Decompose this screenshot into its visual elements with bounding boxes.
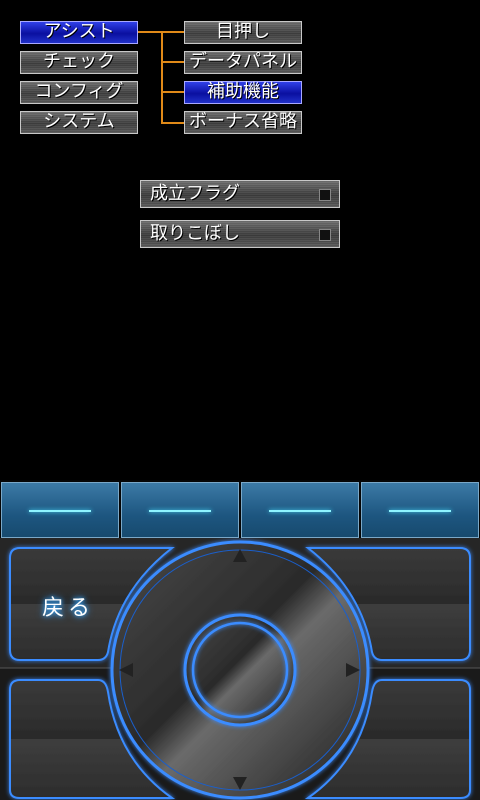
dpad-panel bbox=[0, 538, 480, 800]
dash-icon bbox=[29, 510, 91, 512]
checkbox-icon[interactable] bbox=[319, 189, 331, 201]
menu-item-assist[interactable]: アシスト bbox=[20, 21, 138, 44]
checkbox-icon[interactable] bbox=[319, 229, 331, 241]
option-miss[interactable]: 取りこぼし bbox=[140, 220, 340, 248]
option-label: 成立フラグ bbox=[150, 183, 240, 204]
top-button-2[interactable] bbox=[121, 482, 239, 538]
center-button[interactable] bbox=[183, 613, 297, 727]
option-label: 取りこぼし bbox=[150, 223, 240, 244]
menu-item-system[interactable]: システム bbox=[20, 111, 138, 134]
submenu-item-meoshi[interactable]: 目押し bbox=[184, 21, 302, 44]
menu-item-check[interactable]: チェック bbox=[20, 51, 138, 74]
top-button-3[interactable] bbox=[241, 482, 359, 538]
option-flag[interactable]: 成立フラグ bbox=[140, 180, 340, 208]
dash-icon bbox=[149, 510, 211, 512]
tree-connector-vertical bbox=[161, 31, 163, 124]
back-button-label: 戻る bbox=[42, 596, 95, 621]
tree-branch bbox=[161, 122, 184, 124]
tree-branch bbox=[161, 61, 184, 63]
submenu-item-data-panel[interactable]: データパネル bbox=[184, 51, 302, 74]
top-button-1[interactable] bbox=[1, 482, 119, 538]
menu-item-config[interactable]: コンフィグ bbox=[20, 81, 138, 104]
dash-icon bbox=[389, 510, 451, 512]
submenu-item-assist-function[interactable]: 補助機能 bbox=[184, 81, 302, 104]
submenu-item-bonus-skip[interactable]: ボーナス省略 bbox=[184, 111, 302, 134]
top-button-4[interactable] bbox=[361, 482, 479, 538]
dash-icon bbox=[269, 510, 331, 512]
tree-branch bbox=[161, 91, 184, 93]
